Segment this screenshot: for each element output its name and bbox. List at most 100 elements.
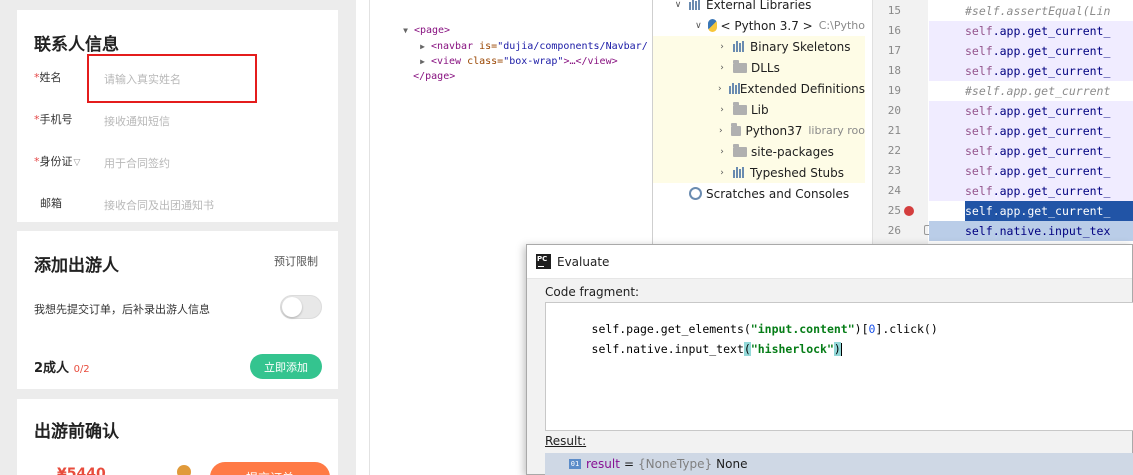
chevron-right-icon[interactable]: › — [717, 84, 723, 94]
code-line[interactable]: #self.app.get_current — [929, 81, 1133, 101]
chevron-right-icon[interactable]: › — [717, 126, 725, 136]
code-line[interactable]: self.app.get_current_ — [929, 41, 1133, 61]
chevron-right-icon[interactable]: › — [717, 105, 727, 115]
code-text: self.app.get_current_ — [965, 44, 1110, 58]
add-now-button[interactable]: 立即添加 — [250, 354, 322, 379]
code-fragment-input[interactable]: self.page.get_elements("input.content")[… — [545, 302, 1133, 431]
dialog-titlebar[interactable]: PC Evaluate — [527, 245, 1132, 279]
code-rest: .app.get_current_ — [992, 204, 1111, 218]
self-keyword: self — [965, 164, 993, 178]
tree-item[interactable]: › Typeshed Stubs — [653, 162, 865, 183]
result-equals: = — [623, 457, 635, 471]
phone-label: *手机号 — [34, 111, 73, 127]
line-number: 22 — [887, 144, 901, 157]
chevron-down-icon[interactable]: ▽ — [74, 158, 81, 168]
booking-limit-link[interactable]: 预订限制 — [274, 253, 318, 269]
id-card-input[interactable]: 用于合同签约 — [104, 155, 170, 171]
tree-item[interactable]: › Python37 library roo — [653, 120, 865, 141]
self-keyword: self — [965, 44, 993, 58]
code-rest: .app.get_current_ — [992, 24, 1111, 38]
code-text: self.app.get_current_ — [965, 124, 1110, 138]
total-price: ¥5440 — [57, 466, 106, 475]
evaluate-dialog: PC Evaluate Code fragment: self.page.get… — [526, 244, 1133, 475]
code-rest: .app.get_current_ — [992, 104, 1111, 118]
line-number: 17 — [887, 44, 901, 57]
code-line[interactable]: #self.assertEqual(Lin — [929, 1, 1133, 21]
tree-item[interactable]: ∨ < Python 3.7 > C:\Pytho — [653, 15, 865, 36]
code-rest: .app.get_current_ — [992, 64, 1111, 78]
chevron-down-icon[interactable]: ∨ — [695, 21, 702, 31]
variable-type-icon: 01 — [569, 459, 581, 469]
tree-item[interactable]: ∨ External Libraries — [653, 0, 865, 15]
chevron-right-icon[interactable]: › — [717, 42, 727, 52]
id-card-label-text: 身份证 — [39, 155, 73, 168]
phone-input[interactable]: 接收通知短信 — [104, 113, 170, 129]
line-number: 20 — [887, 104, 901, 117]
result-row[interactable]: 01 result = {NoneType} None — [545, 453, 1133, 475]
chevron-right-icon[interactable]: › — [717, 63, 727, 73]
code-text: self.app.get_current_ — [965, 164, 1110, 178]
current-execution-line[interactable]: self.app.get_current_ — [929, 201, 1133, 221]
code-line[interactable]: self.app.get_current_ — [929, 21, 1133, 41]
library-icon — [728, 83, 740, 94]
line-margin — [929, 161, 965, 181]
line-margin — [929, 201, 965, 221]
line-margin — [929, 101, 965, 121]
chevron-right-icon[interactable]: › — [717, 147, 727, 157]
line-number: 19 — [887, 84, 901, 97]
code-line[interactable]: self.app.get_current_ — [929, 121, 1133, 141]
tree-item[interactable]: › site-packages — [653, 141, 865, 162]
self-keyword: self — [965, 224, 993, 238]
tree-item[interactable]: › Extended Definitions — [653, 78, 865, 99]
folder-icon — [733, 59, 747, 73]
phone-label-text: 手机号 — [39, 113, 73, 126]
result-value: None — [716, 457, 748, 471]
code-line[interactable]: self.app.get_current_ — [929, 141, 1133, 161]
tree-item-label: < Python 3.7 > — [720, 18, 813, 33]
email-input[interactable]: 接收合同及出团通知书 — [104, 197, 214, 213]
result-label: Result: — [545, 434, 587, 448]
code-rest: .app.get_current_ — [992, 144, 1111, 158]
self-keyword: self — [965, 104, 993, 118]
dom-node-page-close: </page> — [413, 71, 456, 82]
code-line[interactable]: self.app.get_current_ — [929, 181, 1133, 201]
folder-icon — [733, 101, 747, 115]
tree-item-label: DLLs — [751, 60, 780, 75]
project-tree: ∨ External Libraries ∨ < Python 3.7 > C:\Pyt… — [653, 0, 865, 245]
tree-item[interactable]: Scratches and Consoles — [653, 183, 865, 204]
submit-later-text: 我想先提交订单，后补录出游人信息 — [34, 303, 210, 316]
code-editor[interactable]: #self.assertEqual(Lin self.app.get_curren… — [929, 0, 1133, 245]
self-keyword: self — [965, 144, 993, 158]
tree-item[interactable]: › Lib — [653, 99, 865, 120]
tree-item-label: Python37 — [745, 123, 803, 138]
pre-trip-confirm-card: 出游前确认 ¥5440 提交订单 — [17, 399, 338, 475]
code-fragment-label: Code fragment: — [545, 285, 640, 299]
code-rest: .app.get_current_ — [992, 184, 1111, 198]
self-keyword: self — [965, 24, 993, 38]
tree-item-path: C:\Pytho — [818, 19, 865, 32]
line-margin — [929, 81, 965, 101]
code-line[interactable]: self.native.input_tex — [929, 221, 1133, 241]
tree-item[interactable]: › Binary Skeletons — [653, 36, 865, 57]
self-keyword: self — [965, 204, 993, 218]
code-line[interactable]: self.app.get_current_ — [929, 101, 1133, 121]
line-number: 23 — [887, 164, 901, 177]
self-keyword: self — [965, 184, 993, 198]
pycharm-logo-icon: PC — [536, 254, 551, 269]
id-card-label[interactable]: *身份证▽ — [34, 153, 80, 169]
chevron-down-icon[interactable]: ∨ — [673, 0, 683, 10]
code-line[interactable]: self.app.get_current_ — [929, 161, 1133, 181]
tree-item[interactable]: › DLLs — [653, 57, 865, 78]
line-number: 15 — [887, 4, 901, 17]
pre-trip-confirm-title: 出游前确认 — [34, 422, 119, 442]
ide-window: ∨ External Libraries ∨ < Python 3.7 > C:\Pyt… — [652, 0, 1133, 245]
submit-later-toggle[interactable] — [280, 295, 322, 319]
code-line[interactable]: self.app.get_current_ — [929, 61, 1133, 81]
code-rest: .native.input_tex — [992, 224, 1111, 238]
chevron-right-icon[interactable]: › — [717, 168, 727, 178]
code-text: self.app.get_current_ — [965, 64, 1110, 78]
breakpoint-icon[interactable] — [904, 206, 914, 216]
code-text: #self.assertEqual(Lin — [965, 4, 1111, 18]
submit-order-button[interactable]: 提交订单 — [210, 462, 330, 475]
folder-icon — [733, 143, 747, 157]
